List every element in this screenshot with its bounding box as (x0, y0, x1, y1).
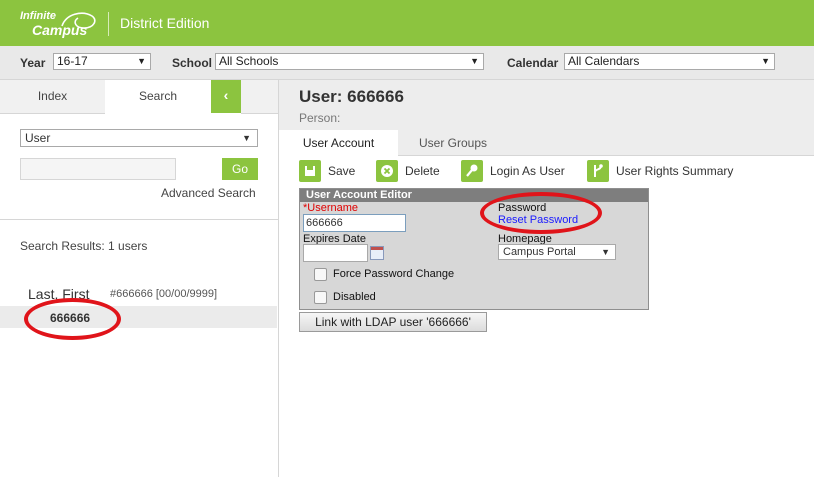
disabled-checkbox[interactable] (314, 291, 327, 304)
result-person-meta: #666666 [00/00/9999] (110, 288, 218, 300)
chevron-down-icon: ▼ (761, 56, 770, 66)
homepage-select[interactable]: Campus Portal ▼ (498, 244, 616, 260)
chevron-down-icon: ▼ (601, 247, 610, 257)
search-divider (0, 219, 278, 220)
delete-label: Delete (405, 164, 440, 178)
header-divider (108, 12, 109, 36)
calendar-select[interactable]: All Calendars ▼ (564, 53, 775, 70)
delete-icon (376, 160, 398, 182)
login-as-user-label: Login As User (490, 164, 565, 178)
search-results-count: Search Results: 1 users (20, 239, 148, 253)
calendar-label: Calendar (507, 56, 559, 70)
school-select[interactable]: All Schools ▼ (215, 53, 484, 70)
red-annotation-circle (480, 192, 602, 234)
key-icon (461, 160, 483, 182)
chevron-left-icon: ‹ (223, 87, 229, 103)
logo-line1: Infinite (20, 10, 57, 22)
search-type-value: User (25, 131, 51, 145)
force-password-change-checkbox[interactable] (314, 268, 327, 281)
branch-icon (587, 160, 609, 182)
tab-strip-filler (241, 80, 278, 114)
chevron-down-icon: ▼ (242, 133, 251, 143)
person-label: Person: (299, 111, 341, 125)
red-annotation-circle (24, 298, 121, 340)
logo-swoosh-icon (61, 12, 96, 29)
year-select[interactable]: 16-17 ▼ (53, 53, 151, 70)
chevron-down-icon: ▼ (470, 56, 479, 66)
editor-title: User Account Editor (300, 189, 648, 202)
login-as-user-button[interactable]: Login As User (461, 160, 571, 184)
tab-index[interactable]: Index (0, 80, 105, 114)
search-input[interactable] (20, 158, 176, 180)
force-password-change-label: Force Password Change (333, 268, 455, 280)
calendar-select-value: All Calendars (568, 54, 640, 68)
homepage-select-value: Campus Portal (503, 246, 576, 258)
search-type-select[interactable]: User ▼ (20, 129, 258, 147)
username-field[interactable]: 666666 (303, 214, 406, 232)
username-label: *Username (303, 202, 358, 214)
advanced-search-link[interactable]: Advanced Search (161, 186, 256, 200)
disabled-label: Disabled (333, 291, 376, 303)
save-icon (299, 160, 321, 182)
tab-search[interactable]: Search (105, 80, 211, 113)
school-select-value: All Schools (219, 54, 279, 68)
user-rights-summary-button[interactable]: User Rights Summary (587, 160, 737, 184)
delete-button[interactable]: Delete (376, 160, 446, 184)
page-title: User: 666666 (299, 87, 404, 106)
save-label: Save (328, 164, 356, 178)
year-label: Year (20, 56, 46, 70)
link-ldap-user-button[interactable]: Link with LDAP user '666666' (299, 312, 487, 332)
calendar-icon[interactable] (370, 246, 384, 260)
user-rights-summary-label: User Rights Summary (616, 164, 734, 178)
edition-label: District Edition (120, 15, 210, 31)
school-label: School (172, 56, 213, 70)
collapse-panel-button[interactable]: ‹ (211, 80, 241, 113)
go-button[interactable]: Go (222, 158, 258, 180)
username-label-text: Username (307, 202, 359, 214)
expires-date-field[interactable] (303, 244, 368, 262)
chevron-down-icon: ▼ (137, 56, 146, 66)
tab-user-groups[interactable]: User Groups (400, 130, 506, 156)
save-button[interactable]: Save (299, 160, 361, 184)
year-select-value: 16-17 (57, 54, 88, 68)
tab-user-account[interactable]: User Account (279, 130, 398, 156)
infinite-campus-logo[interactable]: Infinite Campus (18, 8, 102, 40)
